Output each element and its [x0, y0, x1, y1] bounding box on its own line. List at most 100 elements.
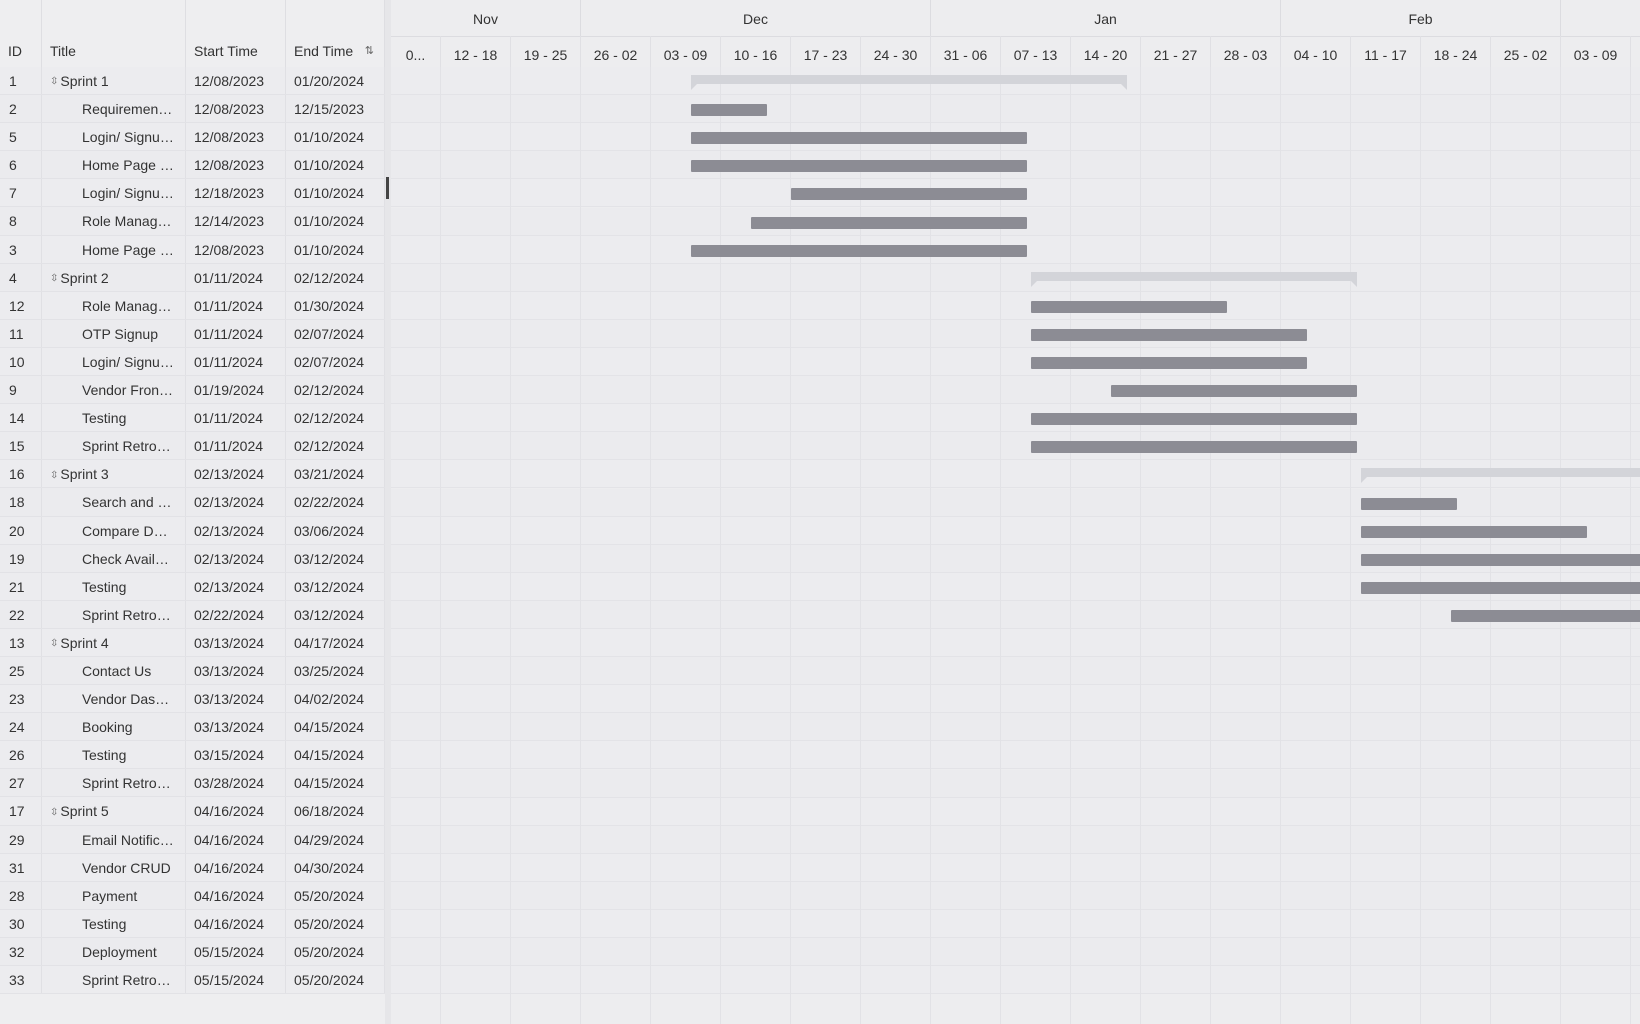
task-title-cell[interactable]: Sprint Retro… — [42, 769, 186, 797]
task-title-cell[interactable]: Requiremen… — [42, 95, 186, 123]
table-row[interactable]: 13 ⇳ Sprint 4 03/13/2024 04/17/2024 — [0, 628, 385, 657]
table-row[interactable]: 25 Contact Us 03/13/2024 03/25/2024 — [0, 656, 385, 686]
tree-expand-icon[interactable]: ⇳ — [50, 77, 58, 87]
table-row[interactable]: 31 Vendor CRUD 04/16/2024 04/30/2024 — [0, 853, 385, 882]
task-title-cell[interactable]: Contact Us — [42, 656, 186, 685]
tree-expand-icon[interactable]: ⇳ — [50, 470, 58, 481]
summary-task-bar[interactable] — [1031, 271, 1357, 287]
task-bar[interactable] — [691, 244, 1027, 257]
task-bar[interactable] — [791, 188, 1027, 201]
table-row[interactable]: 9 Vendor Fron… 01/19/2024 02/12/2024 — [0, 376, 385, 405]
task-bar[interactable] — [1361, 553, 1640, 566]
task-title-cell[interactable]: Booking — [42, 713, 186, 741]
table-row[interactable]: 16 ⇳ Sprint 3 02/13/2024 03/21/2024 — [0, 460, 385, 489]
task-title-cell[interactable]: Sprint Retro… — [42, 966, 186, 994]
task-title-cell[interactable]: Vendor Fron… — [42, 376, 186, 404]
table-row[interactable]: 17 ⇳ Sprint 5 04/16/2024 06/18/2024 — [0, 797, 385, 826]
task-title-text: Check Avail… — [82, 550, 169, 567]
task-title-cell[interactable]: Sprint Retro… — [42, 432, 186, 460]
task-bar[interactable] — [1361, 525, 1587, 538]
task-bar[interactable] — [691, 132, 1027, 145]
task-bar[interactable] — [1031, 413, 1357, 426]
task-title-cell[interactable]: ⇳ Sprint 1 — [42, 67, 186, 95]
table-row[interactable]: 1 ⇳ Sprint 1 12/08/2023 01/20/2024 — [0, 67, 385, 96]
task-bar[interactable] — [1361, 581, 1640, 594]
table-row[interactable]: 19 Check Avail… 02/13/2024 03/12/2024 — [0, 544, 385, 573]
sort-icon[interactable]: ⇅ — [365, 44, 374, 57]
task-title-cell[interactable]: Payment — [42, 881, 186, 909]
task-bar[interactable] — [1031, 357, 1307, 369]
table-row[interactable]: 27 Sprint Retro… 03/28/2024 04/15/2024 — [0, 769, 385, 798]
table-row[interactable]: 6 Home Page … 12/08/2023 01/10/2024 — [0, 151, 385, 180]
task-title-cell[interactable]: ⇳ Sprint 2 — [42, 263, 186, 291]
column-header-start-time[interactable]: Start Time — [186, 0, 286, 67]
summary-task-bar[interactable] — [691, 75, 1127, 90]
table-row[interactable]: 24 Booking 03/13/2024 04/15/2024 — [0, 713, 385, 742]
table-row[interactable]: 26 Testing 03/15/2024 04/15/2024 — [0, 741, 385, 770]
task-title-cell[interactable]: Vendor CRUD — [42, 853, 186, 881]
task-title-cell[interactable]: Email Notific… — [42, 825, 186, 853]
task-title-cell[interactable]: Login/ Signu… — [42, 123, 186, 151]
task-end-cell: 02/07/2024 — [286, 319, 385, 347]
task-bar[interactable] — [1031, 328, 1307, 341]
task-title-text: Vendor CRUD — [82, 859, 171, 876]
task-title-cell[interactable]: Testing — [42, 909, 186, 937]
splitter-handle[interactable] — [386, 177, 389, 199]
task-title-cell[interactable]: ⇳ Sprint 5 — [42, 797, 186, 825]
task-title-cell[interactable]: Compare De… — [42, 516, 186, 544]
task-title-cell[interactable]: Vendor Das… — [42, 685, 186, 713]
table-row[interactable]: 20 Compare De… 02/13/2024 03/06/2024 — [0, 516, 385, 545]
task-title-cell[interactable]: Login/ Signu… — [42, 179, 186, 207]
table-row[interactable]: 33 Sprint Retro… 05/15/2024 05/20/2024 — [0, 966, 385, 995]
task-bar[interactable] — [1361, 497, 1457, 510]
task-bar[interactable] — [1031, 300, 1227, 313]
task-title-cell[interactable]: Deployment — [42, 937, 186, 965]
task-bar[interactable] — [1031, 441, 1357, 454]
table-row[interactable]: 18 Search and … 02/13/2024 02/22/2024 — [0, 488, 385, 517]
task-title-cell[interactable]: OTP Signup — [42, 319, 186, 347]
column-header-end-time[interactable]: End Time ⇅ — [286, 0, 385, 67]
task-title-cell[interactable]: Login/ Signu… — [42, 347, 186, 376]
table-row[interactable]: 2 Requiremen… 12/08/2023 12/15/2023 — [0, 95, 385, 124]
task-bar[interactable] — [1111, 385, 1357, 398]
table-row[interactable]: 8 Role Manag… 12/14/2023 01/10/2024 — [0, 207, 385, 236]
task-bar[interactable] — [751, 216, 1027, 229]
tree-expand-icon[interactable]: ⇳ — [50, 273, 58, 284]
task-title-cell[interactable]: ⇳ Sprint 4 — [42, 628, 186, 656]
task-title-cell[interactable]: Testing — [42, 741, 186, 769]
task-bar[interactable] — [691, 104, 767, 117]
task-title-cell[interactable]: Role Manag… — [42, 207, 186, 235]
task-title-cell[interactable]: Testing — [42, 404, 186, 432]
task-title-cell[interactable]: ⇳ Sprint 3 — [42, 460, 186, 488]
column-header-title[interactable]: Title — [42, 0, 186, 67]
tree-expand-icon[interactable]: ⇳ — [50, 807, 58, 818]
table-row[interactable]: 10 Login/ Signu… 01/11/2024 02/07/2024 — [0, 347, 385, 377]
task-title-cell[interactable]: Testing — [42, 572, 186, 600]
task-title-cell[interactable]: Home Page … — [42, 235, 186, 263]
table-row[interactable]: 28 Payment 04/16/2024 05/20/2024 — [0, 881, 385, 910]
table-row[interactable]: 29 Email Notific… 04/16/2024 04/29/2024 — [0, 825, 385, 854]
table-row[interactable]: 22 Sprint Retro… 02/22/2024 03/12/2024 — [0, 600, 385, 629]
task-title-cell[interactable]: Sprint Retro… — [42, 600, 186, 628]
table-row[interactable]: 4 ⇳ Sprint 2 01/11/2024 02/12/2024 — [0, 263, 385, 292]
task-bar[interactable] — [691, 160, 1027, 173]
column-header-id[interactable]: ID — [0, 0, 42, 67]
task-title-cell[interactable]: Role Manag… — [42, 291, 186, 319]
table-row[interactable]: 11 OTP Signup 01/11/2024 02/07/2024 — [0, 319, 385, 348]
task-title-cell[interactable]: Check Avail… — [42, 544, 186, 572]
table-row[interactable]: 5 Login/ Signu… 12/08/2023 01/10/2024 — [0, 123, 385, 152]
table-row[interactable]: 12 Role Manag… 01/11/2024 01/30/2024 — [0, 291, 385, 320]
table-row[interactable]: 7 Login/ Signu… 12/18/2023 01/10/2024 — [0, 179, 385, 208]
task-title-cell[interactable]: Home Page … — [42, 151, 186, 179]
summary-task-bar[interactable] — [1361, 468, 1640, 484]
table-row[interactable]: 3 Home Page … 12/08/2023 01/10/2024 — [0, 235, 385, 264]
table-row[interactable]: 15 Sprint Retro… 01/11/2024 02/12/2024 — [0, 432, 385, 461]
task-bar[interactable] — [1451, 609, 1640, 622]
task-title-cell[interactable]: Search and … — [42, 488, 186, 516]
table-row[interactable]: 32 Deployment 05/15/2024 05/20/2024 — [0, 937, 385, 966]
table-row[interactable]: 23 Vendor Das… 03/13/2024 04/02/2024 — [0, 685, 385, 714]
table-row[interactable]: 21 Testing 02/13/2024 03/12/2024 — [0, 572, 385, 601]
table-row[interactable]: 30 Testing 04/16/2024 05/20/2024 — [0, 909, 385, 938]
tree-expand-icon[interactable]: ⇳ — [50, 639, 58, 649]
table-row[interactable]: 14 Testing 01/11/2024 02/12/2024 — [0, 404, 385, 433]
